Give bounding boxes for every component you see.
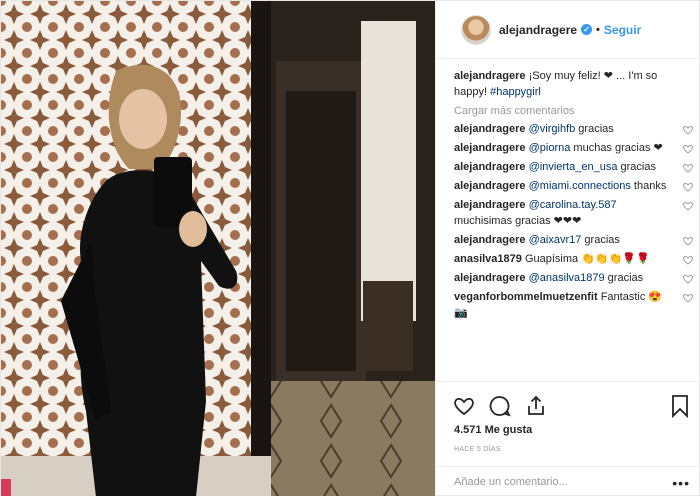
comment-mention[interactable]: @piorna bbox=[529, 142, 571, 154]
load-more-comments-button[interactable]: Cargar más comentarios bbox=[454, 103, 694, 119]
more-options-icon[interactable]: ••• bbox=[672, 475, 690, 491]
post-sidebar: alejandragere ✓ • Seguir alejandragere ¡… bbox=[435, 1, 700, 496]
comment-username[interactable]: veganforbommelmuetzenfit bbox=[454, 291, 598, 303]
comments-list: alejandragere ¡Soy muy feliz! ❤ ... I'm … bbox=[454, 68, 694, 324]
comment-text: thanks bbox=[630, 180, 667, 192]
comment-item: alejandragere @piorna muchas gracias ❤ bbox=[454, 140, 694, 156]
comment-text: gracias bbox=[604, 272, 644, 284]
comment-username[interactable]: alejandragere bbox=[454, 180, 526, 192]
comment-mention[interactable]: @virgihfb bbox=[529, 123, 576, 135]
comment-like-heart-icon[interactable] bbox=[682, 162, 694, 174]
comment-username[interactable]: alejandragere bbox=[454, 199, 526, 211]
action-icons bbox=[452, 394, 548, 418]
add-comment-input[interactable] bbox=[454, 476, 654, 488]
comment-username[interactable]: alejandragere bbox=[454, 272, 526, 284]
comment-username[interactable]: alejandragere bbox=[454, 142, 526, 154]
comment-item: alejandragere @invierta_en_usa gracias bbox=[454, 159, 694, 175]
likes-count[interactable]: 4.571 Me gusta bbox=[454, 424, 532, 436]
add-comment-bar: ••• bbox=[436, 466, 700, 496]
comment-like-heart-icon[interactable] bbox=[682, 143, 694, 155]
caption-username[interactable]: alejandragere bbox=[454, 70, 526, 82]
instagram-post: alejandragere ✓ • Seguir alejandragere ¡… bbox=[0, 0, 700, 496]
comment-like-heart-icon[interactable] bbox=[682, 273, 694, 285]
post-timestamp: HACE 5 DÍAS bbox=[454, 446, 501, 453]
separator-dot: • bbox=[596, 23, 600, 36]
comment-items: alejandragere @virgihfb gracias alejandra… bbox=[454, 121, 694, 321]
comment-username[interactable]: alejandragere bbox=[454, 123, 526, 135]
post-caption: alejandragere ¡Soy muy feliz! ❤ ... I'm … bbox=[454, 68, 694, 100]
comment-like-heart-icon[interactable] bbox=[682, 124, 694, 136]
comment-like-heart-icon[interactable] bbox=[682, 292, 694, 304]
comment-item: alejandragere @miami.connections thanks bbox=[454, 178, 694, 194]
action-bar: 4.571 Me gusta HACE 5 DÍAS bbox=[436, 381, 700, 473]
comment-like-heart-icon[interactable] bbox=[682, 254, 694, 266]
post-header: alejandragere ✓ • Seguir bbox=[436, 1, 700, 59]
caption-hashtag[interactable]: #happygirl bbox=[490, 86, 541, 98]
comment-username[interactable]: alejandragere bbox=[454, 234, 526, 246]
comment-item: alejandragere @aixavr17 gracias bbox=[454, 232, 694, 248]
comment-mention[interactable]: @carolina.tay.587 bbox=[529, 199, 617, 211]
comment-item: alejandragere @carolina.tay.587 muchisim… bbox=[454, 197, 694, 229]
comment-item: alejandragere @virgihfb gracias bbox=[454, 121, 694, 137]
comment-text: muchisimas gracias ❤❤❤ bbox=[454, 215, 582, 227]
comment-text: Guapísima 👏👏👏🌹🌹 bbox=[521, 253, 650, 265]
comment-mention[interactable]: @anasilva1879 bbox=[529, 272, 605, 284]
comment-like-heart-icon[interactable] bbox=[682, 235, 694, 247]
avatar[interactable] bbox=[461, 14, 491, 45]
share-icon[interactable] bbox=[524, 394, 548, 418]
comment-text: muchas gracias ❤ bbox=[570, 142, 663, 154]
comment-username[interactable]: anasilva1879 bbox=[454, 253, 522, 265]
mirror-selfie-image bbox=[1, 1, 435, 496]
bookmark-icon[interactable] bbox=[670, 394, 690, 418]
comment-text: gracias bbox=[581, 234, 620, 246]
verified-badge-icon: ✓ bbox=[581, 24, 593, 35]
comment-text: gracias bbox=[617, 161, 656, 173]
heart-icon[interactable] bbox=[452, 394, 476, 418]
comment-like-heart-icon[interactable] bbox=[682, 200, 694, 212]
comment-mention[interactable]: @invierta_en_usa bbox=[529, 161, 618, 173]
comment-item: anasilva1879 Guapísima 👏👏👏🌹🌹 bbox=[454, 251, 694, 267]
comment-text: gracias bbox=[575, 123, 614, 135]
comment-like-heart-icon[interactable] bbox=[682, 181, 694, 193]
comment-mention[interactable]: @miami.connections bbox=[529, 180, 631, 192]
post-photo[interactable] bbox=[1, 1, 435, 496]
comment-item: veganforbommelmuetzenfit Fantastic 😍📷 bbox=[454, 289, 694, 321]
comment-icon[interactable] bbox=[488, 394, 512, 418]
follow-button[interactable]: Seguir bbox=[604, 23, 641, 37]
author-username[interactable]: alejandragere bbox=[499, 23, 577, 37]
comment-mention[interactable]: @aixavr17 bbox=[529, 234, 582, 246]
comment-item: alejandragere @anasilva1879 gracias bbox=[454, 270, 694, 286]
comment-username[interactable]: alejandragere bbox=[454, 161, 526, 173]
